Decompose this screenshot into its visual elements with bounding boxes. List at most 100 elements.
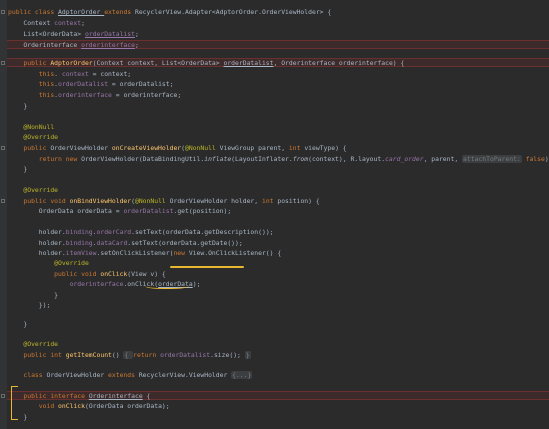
code-line[interactable]: }	[8, 165, 27, 173]
code-token: , Orderinterface orderinterface) {	[273, 59, 405, 67]
code-token: }	[244, 351, 251, 359]
code-token: onCreateViewHolder	[111, 144, 182, 152]
code-line[interactable]: public OrderViewHolder onCreateViewHolde…	[8, 144, 346, 152]
code-line[interactable]: void onClick(OrderData orderData);	[8, 402, 170, 410]
code-token: from	[292, 155, 309, 163]
code-line[interactable]: this.orderinterface = orderinterface;	[8, 91, 181, 99]
code-token: OrderData orderData =	[8, 207, 124, 215]
code-line[interactable]: List<OrderData> orderDatalist;	[8, 30, 138, 38]
fold-icon[interactable]	[1, 146, 5, 150]
code-line[interactable]: holder.itemView.setOnClickListener(new V…	[8, 249, 281, 257]
annotation-curve-orderdata	[145, 282, 189, 289]
code-token: dataCard	[96, 239, 128, 247]
code-token: .setText(orderData.getDescription());	[131, 228, 274, 236]
code-token: binding	[65, 239, 93, 247]
code-line[interactable]: public class AdptorOrder extends Recycle…	[8, 8, 331, 16]
code-token: orderDatalist	[123, 207, 174, 215]
code-token: @Override	[8, 259, 89, 267]
code-token: public void	[8, 197, 70, 205]
code-token: this	[8, 80, 55, 88]
code-token: OrderViewHolder	[50, 144, 112, 152]
code-token: }	[8, 320, 28, 328]
code-token: orderDatalist	[160, 351, 211, 359]
code-line[interactable]: @Override	[8, 259, 89, 267]
code-token: AdptorOrder	[50, 59, 93, 67]
code-line[interactable]: Orderinterface orderinterface;	[8, 41, 139, 49]
code-line[interactable]: this.orderDatalist = orderDatalist;	[8, 80, 174, 88]
code-line[interactable]: this. context = context;	[8, 70, 131, 78]
code-line[interactable]: return new OrderViewHolder(DataBindingUt…	[8, 155, 549, 163]
code-line[interactable]: holder.binding.dataCard.setText(orderDat…	[8, 239, 243, 247]
code-line[interactable]: public int getItemCount() { return order…	[8, 351, 251, 359]
code-token: onClick	[100, 270, 128, 278]
code-token: context	[61, 70, 89, 78]
code-token: binding	[65, 228, 93, 236]
code-token: List<OrderData>	[8, 30, 85, 38]
code-token: OrderViewHolder	[46, 371, 109, 379]
code-token: ViewGroup parent,	[219, 144, 289, 152]
code-token: }	[8, 102, 28, 110]
code-token: @NonNull	[134, 197, 170, 205]
fold-icon[interactable]	[1, 394, 5, 398]
code-token: = context;	[88, 70, 132, 78]
code-line[interactable]: @Override	[8, 133, 58, 141]
code-token: {	[123, 351, 134, 359]
code-line[interactable]: Context context;	[8, 19, 85, 27]
code-token: , parent,	[423, 155, 463, 163]
code-token: attachToParent:	[462, 155, 522, 163]
code-line[interactable]: }	[8, 291, 58, 299]
code-line[interactable]: public void onClick(View v) {	[8, 270, 166, 278]
code-line[interactable]: public AdptorOrder(Context context, List…	[8, 59, 404, 67]
code-token: RecyclerView.ViewHolder	[138, 371, 232, 379]
code-token: holder.	[8, 249, 66, 257]
code-token: orderDatalist	[58, 80, 109, 88]
code-token: = orderDatalist;	[108, 80, 174, 88]
code-token: .	[54, 70, 62, 78]
code-token: OrderViewHolder(DataBindingUtil.	[81, 155, 205, 163]
code-line[interactable]: public void onBindViewHolder(@NonNull Or…	[8, 197, 319, 205]
code-token: });	[8, 301, 51, 309]
code-token: .get(position);	[173, 207, 232, 215]
code-token: onClick	[58, 402, 85, 410]
code-line[interactable]: holder.binding.orderCard.setText(orderDa…	[8, 228, 274, 236]
code-token: @Override	[8, 340, 59, 348]
fold-icon[interactable]	[1, 10, 5, 14]
code-token: holder.	[8, 228, 66, 236]
code-token: this	[8, 70, 55, 78]
code-token: public	[8, 144, 51, 152]
code-token: orderDatalist	[223, 59, 274, 67]
code-editor[interactable]: public class AdptorOrder extends Recycle…	[0, 0, 549, 429]
code-token: ()	[111, 351, 124, 359]
code-line[interactable]: });	[8, 301, 51, 309]
code-line[interactable]: @NonNull	[8, 123, 54, 131]
code-token: public void	[8, 270, 101, 278]
code-line[interactable]: OrderData orderData = orderDatalist.get(…	[8, 207, 231, 215]
code-token: extends	[108, 371, 139, 379]
code-line[interactable]: }	[8, 102, 27, 110]
code-token: extends	[104, 8, 135, 16]
code-token: itemView	[65, 249, 97, 257]
code-token: (OrderData orderData);	[84, 402, 170, 410]
code-token: .size();	[210, 351, 245, 359]
code-token: Context	[8, 19, 55, 27]
code-token: int	[288, 144, 305, 152]
fold-icon[interactable]	[1, 61, 5, 65]
code-token: }	[8, 291, 59, 299]
fold-icon[interactable]	[1, 199, 5, 203]
code-token: public int	[8, 351, 66, 359]
code-token: ;	[81, 19, 85, 27]
code-token: (context), R.layout.	[308, 155, 386, 163]
code-token: ;	[134, 41, 139, 49]
code-token: @Override	[8, 133, 59, 141]
code-token: @Override	[8, 186, 59, 194]
code-token: );	[192, 280, 201, 288]
code-token: orderCard	[96, 228, 132, 236]
code-token: holder.	[8, 239, 66, 247]
code-line[interactable]: class OrderViewHolder extends RecyclerVi…	[8, 371, 253, 379]
code-line[interactable]: @Override	[8, 186, 58, 194]
code-line[interactable]: @Override	[8, 340, 58, 348]
editor-gutter[interactable]	[0, 0, 7, 429]
code-line[interactable]: public interface Orderinterface {	[8, 392, 150, 400]
code-token: getItemCount	[65, 351, 112, 359]
code-line[interactable]: }	[8, 320, 27, 328]
